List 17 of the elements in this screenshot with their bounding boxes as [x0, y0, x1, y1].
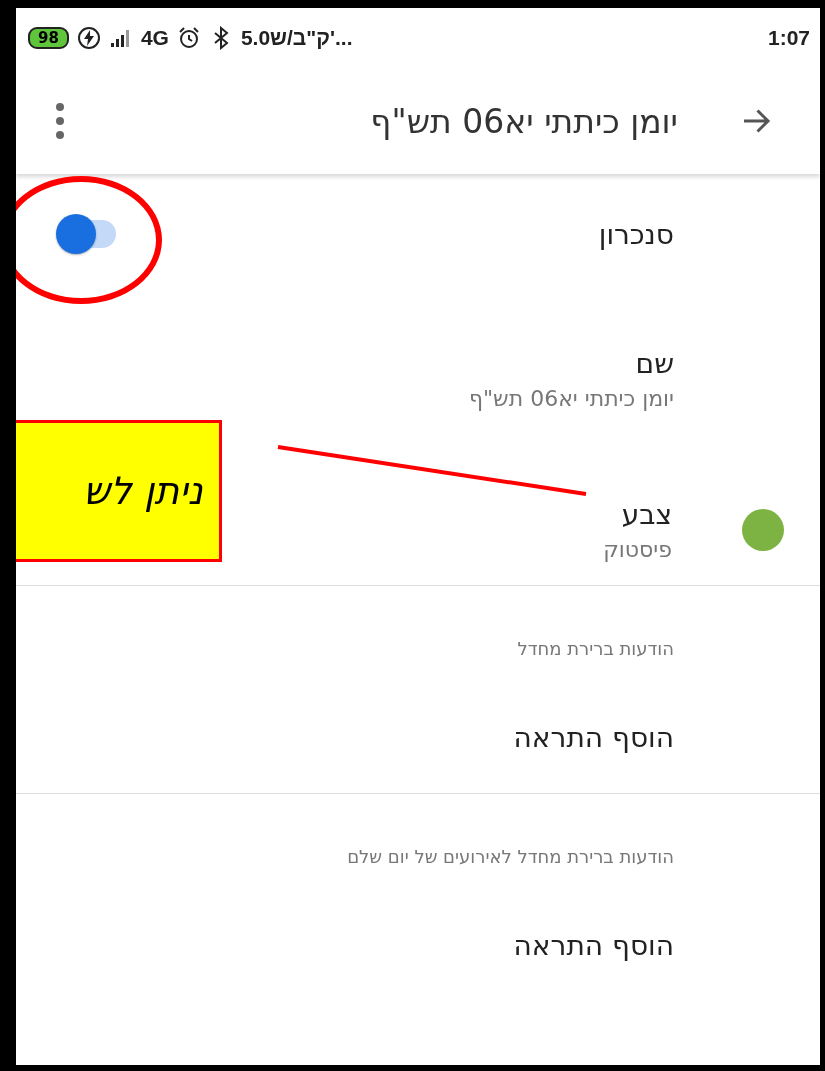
- setting-label: סנכרון: [598, 217, 674, 251]
- section-header: הודעות ברירת מחדל לאירועים של יום שלם: [347, 846, 674, 867]
- setting-label: שם: [634, 347, 674, 380]
- clock: 1:07: [767, 26, 810, 50]
- annotation-callout: ניתן לש: [16, 420, 222, 562]
- battery-indicator: 98: [28, 27, 69, 49]
- setting-value: פיסטוק: [603, 536, 672, 562]
- setting-value: יומן כיתתי יא06 תש"ף: [468, 386, 674, 411]
- setting-label: צבע: [620, 497, 672, 531]
- more-options-icon[interactable]: [54, 101, 66, 141]
- app-bar-title: יומן כיתתי יא06 תש"ף: [370, 101, 678, 141]
- network-type: 4G: [140, 26, 169, 50]
- add-notification-item[interactable]: הוסף התראה: [513, 721, 674, 754]
- add-notification-item[interactable]: הוסף התראה: [513, 929, 674, 962]
- section-header: הודעות ברירת מחדל: [517, 638, 674, 659]
- charging-icon: [76, 26, 101, 50]
- network-speed: 5.0ק"ב/ש'...: [240, 26, 353, 50]
